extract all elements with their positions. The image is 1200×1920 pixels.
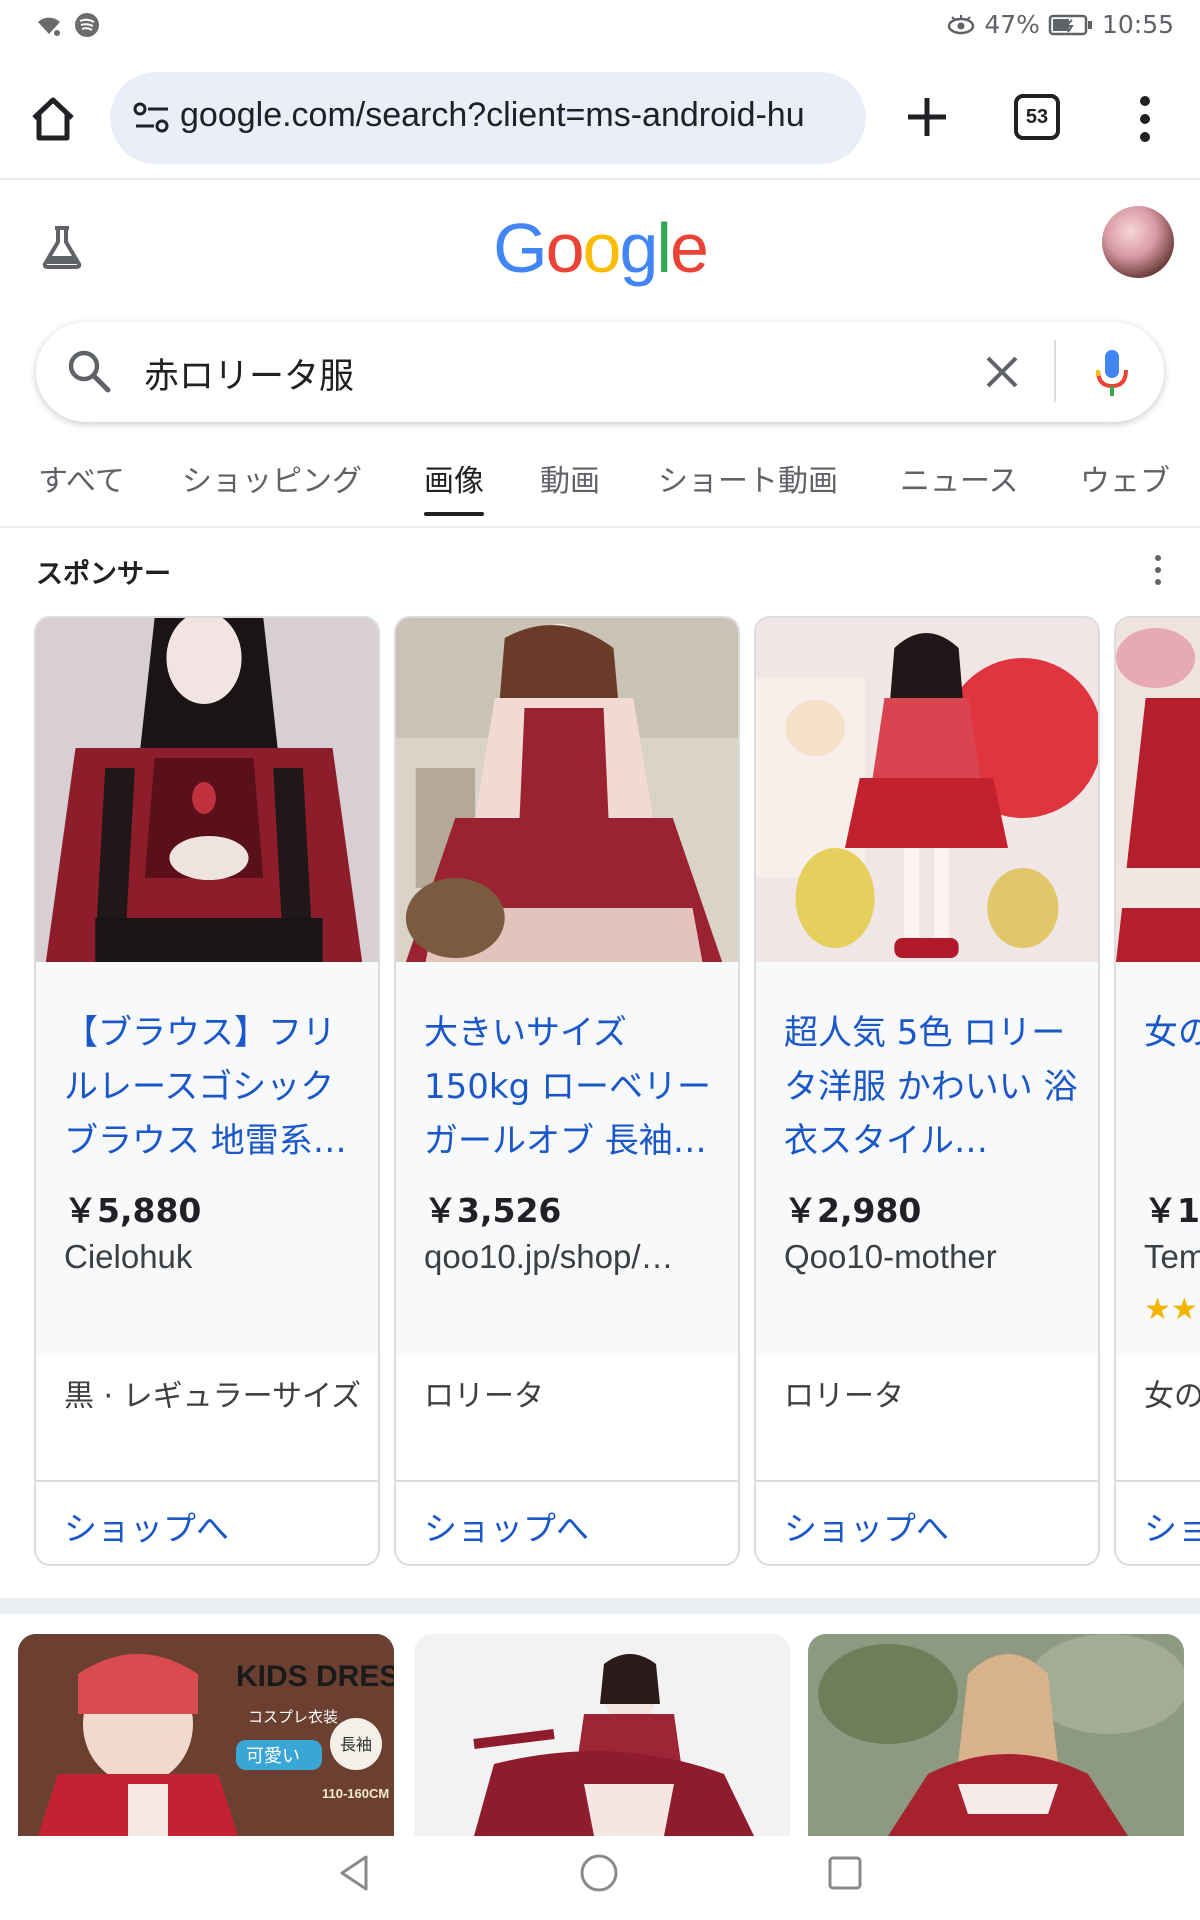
account-avatar[interactable] <box>1102 206 1174 278</box>
wifi-icon <box>38 17 60 36</box>
logo-letter: g <box>619 209 658 287</box>
image-results-grid: KIDS DRESS コスプレ衣装 可愛い 長袖 110-160CM <box>0 1634 1200 1836</box>
back-icon[interactable] <box>334 1852 376 1894</box>
eye-comfort-icon <box>948 14 975 34</box>
logo-letter: e <box>669 209 709 287</box>
product-info: 【ブラウス】フリルレースゴシックブラウス 地雷系… ￥5,880 Cielohu… <box>36 962 378 1414</box>
image-result[interactable] <box>414 1634 790 1836</box>
long-sleeve-badge: 長袖 <box>340 1735 372 1754</box>
status-bar: 47% 10:55 <box>0 0 1200 56</box>
size-label: 110-160CM <box>322 1786 389 1801</box>
tab-news[interactable]: ニュース <box>900 456 1019 516</box>
sponsored-label: スポンサー <box>36 559 171 590</box>
product-card[interactable]: 大きいサイズ 150kg ローベリーガールオブ 長袖… ￥3,526 qoo10… <box>394 616 740 1566</box>
tab-shopping[interactable]: ショッピング <box>182 456 362 516</box>
image-result[interactable] <box>808 1634 1184 1836</box>
product-title[interactable]: 【ブラウス】フリルレースゴシックブラウス 地雷系… <box>64 1006 364 1168</box>
search-box[interactable]: 赤ロリータ服 <box>36 322 1164 422</box>
product-info: 女の子 & 甘 ヤー ￥1 Tem ★★ 女の ュ <box>1116 962 1200 1414</box>
tabs-divider <box>0 526 1200 528</box>
home-nav-icon[interactable] <box>578 1852 620 1894</box>
shop-link[interactable]: ショップへ <box>64 1502 229 1550</box>
product-store: Cielohuk <box>64 1238 193 1275</box>
product-image[interactable] <box>1116 618 1200 962</box>
voice-search-icon[interactable] <box>1092 348 1132 398</box>
product-price: ￥5,880 <box>64 1191 202 1230</box>
product-price: ￥2,980 <box>784 1191 922 1230</box>
google-header: Google <box>0 182 1200 312</box>
product-card[interactable]: 【ブラウス】フリルレースゴシックブラウス 地雷系… ￥5,880 Cielohu… <box>34 616 380 1566</box>
kawaii-label: 可愛い <box>246 1746 300 1767</box>
logo-letter: G <box>493 209 547 287</box>
search-input[interactable]: 赤ロリータ服 <box>144 348 354 399</box>
logo-letter: l <box>656 209 672 287</box>
recents-icon[interactable] <box>824 1852 866 1894</box>
search-divider <box>1054 340 1056 402</box>
result-image[interactable]: KIDS DRESS コスプレ衣装 可愛い 長袖 110-160CM <box>18 1634 394 1836</box>
search-tabs: すべて ショッピング 画像 動画 ショート動画 ニュース ウェブ <box>0 456 1200 528</box>
product-info: 超人気 5色 ロリータ洋服 かわいい 浴衣スタイル… ￥2,980 Qoo10-… <box>756 962 1098 1414</box>
rating-stars: ★★ <box>1144 1292 1198 1327</box>
tab-all[interactable]: すべて <box>38 456 125 516</box>
logo-letter: o <box>545 209 585 287</box>
search-icon <box>68 350 111 393</box>
product-store: Tem <box>1144 1238 1200 1275</box>
shop-link[interactable]: ショ <box>1144 1502 1200 1550</box>
system-nav-bar <box>0 1836 1200 1920</box>
tab-images[interactable]: 画像 <box>424 456 484 516</box>
tab-web[interactable]: ウェブ <box>1080 456 1170 516</box>
product-card[interactable]: 超人気 5色 ロリータ洋服 かわいい 浴衣スタイル… ￥2,980 Qoo10-… <box>754 616 1100 1566</box>
card-divider <box>36 1480 378 1482</box>
product-image[interactable] <box>36 618 378 962</box>
url-text[interactable]: google.com/search?client=ms-android-hu <box>180 96 860 140</box>
home-icon[interactable] <box>26 92 80 146</box>
url-bar[interactable]: google.com/search?client=ms-android-hu <box>110 72 866 164</box>
new-tab-icon[interactable] <box>900 90 954 144</box>
more-options-icon[interactable] <box>1150 552 1166 588</box>
more-menu-icon[interactable] <box>1124 92 1166 146</box>
card-divider <box>396 1480 738 1482</box>
tab-videos[interactable]: 動画 <box>540 456 600 516</box>
tab-switcher-button[interactable]: 53 <box>1014 94 1060 140</box>
spotify-icon <box>75 13 99 37</box>
product-image[interactable] <box>756 618 1098 962</box>
site-settings-icon[interactable] <box>132 100 172 136</box>
clock: 10:55 <box>1101 10 1174 39</box>
shop-link[interactable]: ショップへ <box>784 1502 949 1550</box>
product-card[interactable]: 女の子 & 甘 ヤー ￥1 Tem ★★ 女の ュ ショ <box>1114 616 1200 1566</box>
product-note: 女の ュ <box>1144 1379 1200 1414</box>
battery-icon <box>1048 14 1092 35</box>
image-result[interactable]: KIDS DRESS コスプレ衣装 可愛い 長袖 110-160CM <box>18 1634 394 1836</box>
result-image[interactable] <box>808 1634 1184 1836</box>
product-image[interactable] <box>396 618 738 962</box>
product-title[interactable]: 超人気 5色 ロリータ洋服 かわいい 浴衣スタイル… <box>784 1006 1084 1168</box>
product-title[interactable]: 大きいサイズ 150kg ローベリーガールオブ 長袖… <box>424 1006 724 1168</box>
section-divider <box>0 1598 1200 1614</box>
battery-percent: 47% <box>984 10 1040 39</box>
result-image[interactable] <box>414 1634 790 1836</box>
shop-link[interactable]: ショップへ <box>424 1502 589 1550</box>
card-divider <box>1116 1480 1200 1482</box>
status-icons-left <box>34 12 100 38</box>
cosplay-label: コスプレ衣装 <box>248 1708 338 1726</box>
product-info: 大きいサイズ 150kg ローベリーガールオブ 長袖… ￥3,526 qoo10… <box>396 962 738 1414</box>
product-store: qoo10.jp/shop/… <box>424 1238 674 1275</box>
google-logo: Google <box>0 208 1200 288</box>
product-note: 黒 · レギュラーサイズ <box>64 1379 362 1414</box>
product-price: ￥3,526 <box>424 1191 562 1230</box>
kids-dress-label: KIDS DRESS <box>236 1660 394 1693</box>
product-note: ロリータ <box>784 1379 904 1414</box>
tab-short-videos[interactable]: ショート動画 <box>658 456 838 516</box>
product-store: Qoo10-mother <box>784 1238 997 1275</box>
product-price: ￥1 <box>1144 1191 1200 1230</box>
status-icons-right: 47% 10:55 <box>946 10 1174 39</box>
product-carousel: 【ブラウス】フリルレースゴシックブラウス 地雷系… ￥5,880 Cielohu… <box>0 616 1200 1568</box>
card-divider <box>756 1480 1098 1482</box>
browser-toolbar: google.com/search?client=ms-android-hu 5… <box>0 56 1200 180</box>
product-title[interactable]: 女の子 & 甘 ヤー <box>1144 1006 1200 1060</box>
logo-letter: o <box>582 209 622 287</box>
clear-icon[interactable] <box>982 352 1022 392</box>
product-note: ロリータ <box>424 1379 544 1414</box>
